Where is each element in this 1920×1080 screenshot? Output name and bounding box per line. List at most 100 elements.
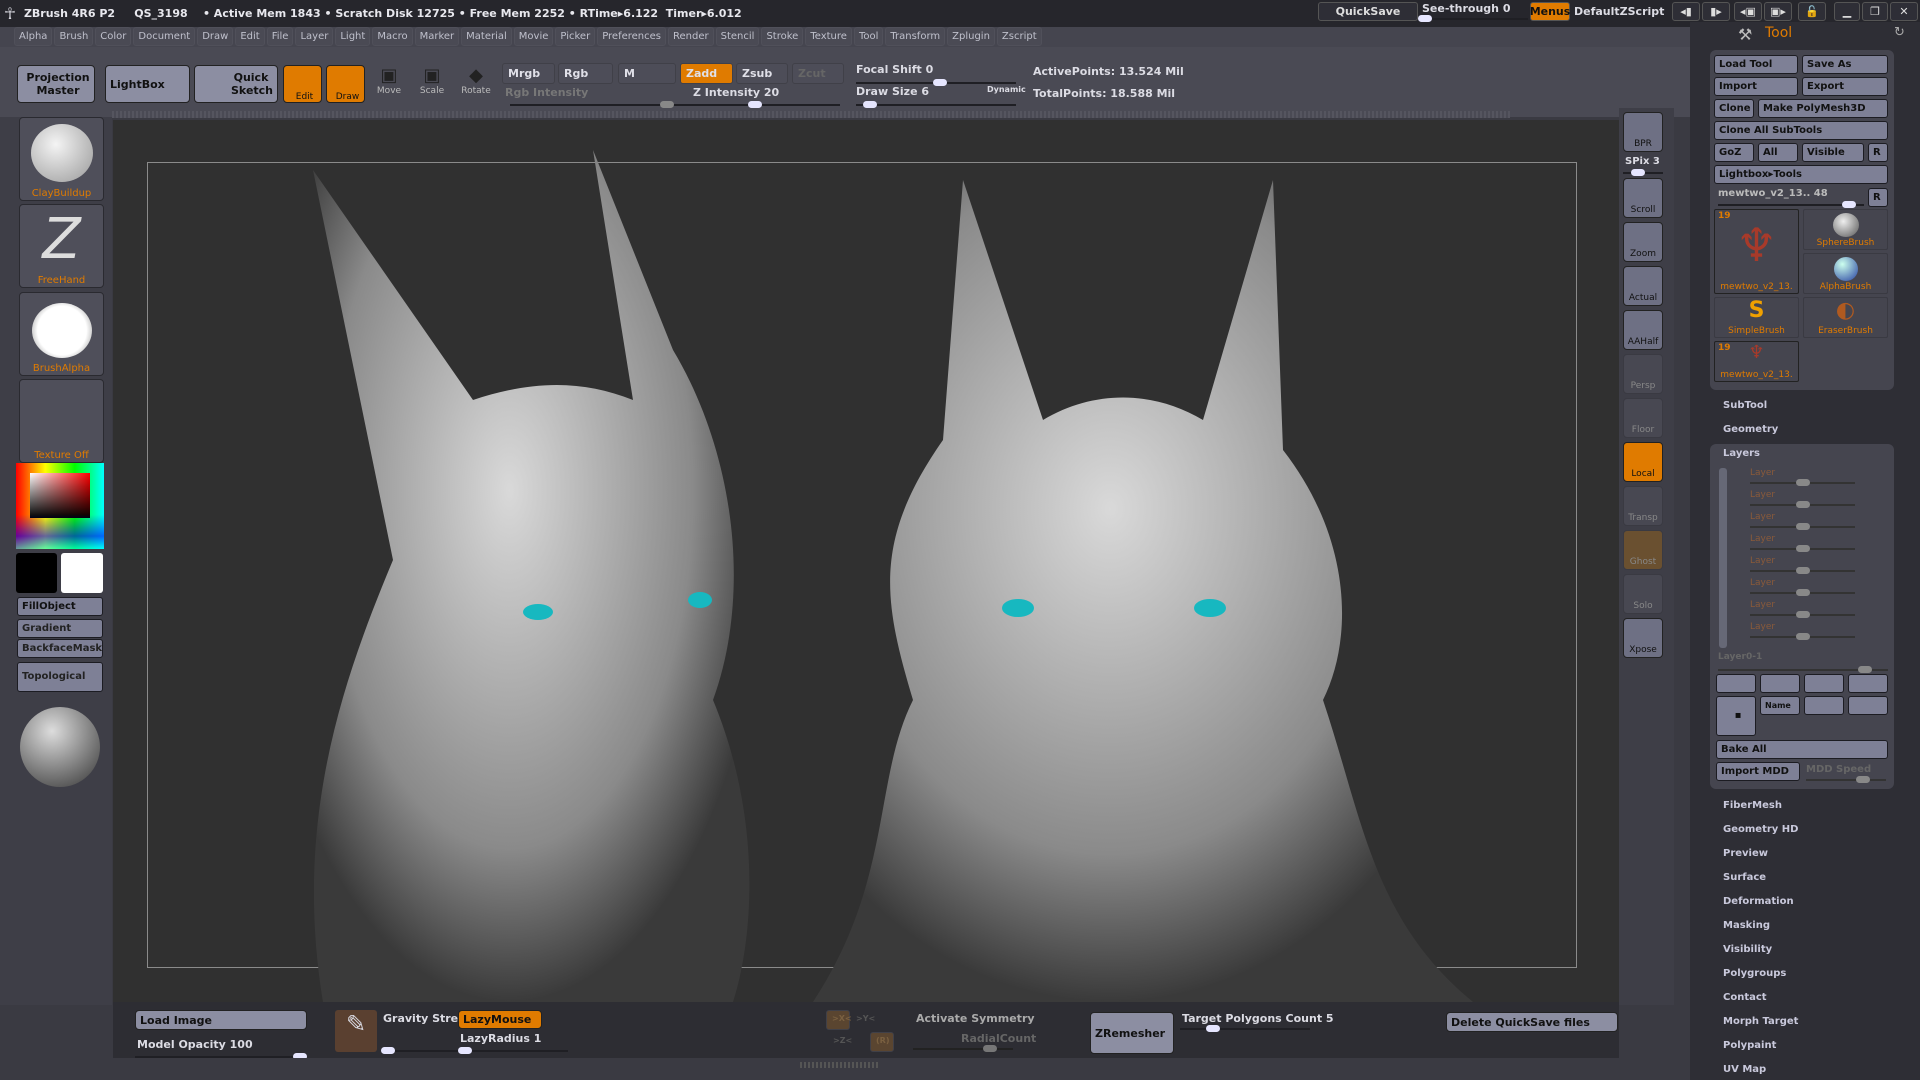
goz-all-button[interactable]: All: [1758, 143, 1798, 162]
bpr-button[interactable]: BPR: [1623, 112, 1663, 152]
activate-symmetry-button[interactable]: Activate Symmetry: [916, 1012, 1035, 1025]
layer-intensity-slider[interactable]: [1750, 589, 1855, 596]
menu-preferences[interactable]: Preferences: [597, 27, 667, 46]
clone-button[interactable]: Clone: [1714, 99, 1754, 118]
section-surface[interactable]: Surface: [1723, 872, 1766, 883]
layer-redo-icon[interactable]: [1804, 674, 1844, 693]
document-canvas[interactable]: [113, 120, 1619, 1002]
tool-thumb-spherebrush[interactable]: SphereBrush: [1803, 209, 1888, 250]
transp-button[interactable]: Transp: [1623, 486, 1663, 526]
zremesher-button[interactable]: ZRemesher: [1090, 1012, 1174, 1054]
persp-button[interactable]: Persp: [1623, 354, 1663, 394]
export-button[interactable]: Export: [1802, 77, 1888, 96]
gradient-button[interactable]: Gradient: [17, 619, 103, 638]
import-mdd-button[interactable]: Import MDD: [1716, 762, 1800, 781]
layer-name-button[interactable]: Name: [1760, 696, 1800, 715]
aahalf-button[interactable]: AAHalf: [1623, 310, 1663, 350]
local-button[interactable]: Local: [1623, 442, 1663, 482]
section-contact[interactable]: Contact: [1723, 992, 1767, 1003]
make-polymesh-button[interactable]: Make PolyMesh3D: [1758, 99, 1888, 118]
bake-all-button[interactable]: Bake All: [1716, 740, 1888, 759]
save-as-button[interactable]: Save As: [1802, 55, 1888, 74]
rotate-button[interactable]: ◆ Rotate: [457, 65, 495, 111]
symmetry-x-button[interactable]: >X<: [826, 1010, 852, 1030]
layer-down-icon[interactable]: [1760, 674, 1800, 693]
tool-r-button[interactable]: R: [1868, 188, 1888, 207]
rgb-intensity-slider[interactable]: [510, 101, 680, 108]
section-masking[interactable]: Masking: [1723, 920, 1770, 931]
tool-thumb-simplebrush[interactable]: S SimpleBrush: [1714, 297, 1799, 338]
layer-copy-icon[interactable]: [1804, 696, 1844, 715]
backface-mask-button[interactable]: BackfaceMask: [17, 639, 103, 658]
section-deformation[interactable]: Deformation: [1723, 896, 1794, 907]
m-button[interactable]: M: [618, 63, 676, 84]
primary-color-swatch[interactable]: [61, 553, 103, 593]
radial-count-slider[interactable]: [913, 1045, 1013, 1052]
layer-item[interactable]: Layer: [1750, 490, 1775, 500]
symmetry-y-button[interactable]: >Y<: [856, 1014, 875, 1023]
section-polypaint[interactable]: Polypaint: [1723, 1040, 1776, 1051]
layer-intensity-slider[interactable]: [1750, 633, 1855, 640]
layer-item[interactable]: Layer: [1750, 534, 1775, 544]
section-geometry-hd[interactable]: Geometry HD: [1723, 824, 1798, 835]
menu-light[interactable]: Light: [335, 27, 371, 46]
menu-alpha[interactable]: Alpha: [14, 27, 53, 46]
tool-thumb-mewtwo-2[interactable]: 19 ♆ mewtwo_v2_13.: [1714, 341, 1799, 382]
layer-item[interactable]: Layer: [1750, 556, 1775, 566]
tool-thumb-mewtwo[interactable]: 19 ♆ mewtwo_v2_13.: [1714, 209, 1799, 294]
layer-intensity-slider[interactable]: [1750, 611, 1855, 618]
menu-zplugin[interactable]: Zplugin: [947, 27, 995, 46]
color-picker[interactable]: [16, 463, 104, 549]
menu-movie[interactable]: Movie: [513, 27, 554, 46]
topological-button[interactable]: Topological: [17, 662, 103, 692]
zsub-button[interactable]: Zsub: [736, 63, 788, 84]
clone-all-subtools-button[interactable]: Clone All SubTools: [1714, 121, 1888, 140]
focal-shift-slider[interactable]: [856, 79, 1016, 86]
rgb-button[interactable]: Rgb: [558, 63, 613, 84]
load-tool-button[interactable]: Load Tool: [1714, 55, 1798, 74]
xpose-button[interactable]: Xpose: [1623, 618, 1663, 658]
symmetry-z-button[interactable]: >Z<: [833, 1036, 852, 1045]
close-icon[interactable]: ✕: [1890, 2, 1918, 21]
menu-zscript[interactable]: Zscript: [996, 27, 1042, 46]
refresh-icon[interactable]: ↻: [1894, 25, 1905, 40]
color-saturation-square[interactable]: [30, 473, 90, 518]
tool-slider[interactable]: [1718, 201, 1864, 208]
section-fibermesh[interactable]: FiberMesh: [1723, 800, 1782, 811]
section-morph-target[interactable]: Morph Target: [1723, 1016, 1798, 1027]
lazyradius-slider[interactable]: [458, 1047, 568, 1054]
quick-sketch-button[interactable]: Quick Sketch: [194, 65, 278, 103]
mrgb-button[interactable]: Mrgb: [502, 63, 555, 84]
menu-stencil[interactable]: Stencil: [715, 27, 760, 46]
menu-edit[interactable]: Edit: [235, 27, 265, 46]
section-geometry[interactable]: Geometry: [1723, 424, 1778, 435]
menu-layer[interactable]: Layer: [295, 27, 334, 46]
layer-item[interactable]: Layer: [1750, 512, 1775, 522]
menu-picker[interactable]: Picker: [555, 27, 596, 46]
lock-icon[interactable]: 🔓: [1798, 2, 1826, 21]
target-polygons-slider[interactable]: [1180, 1025, 1310, 1032]
layer-intensity-slider[interactable]: [1750, 545, 1855, 552]
default-zscript-label[interactable]: DefaultZScript: [1574, 5, 1664, 18]
arrow-left-icon[interactable]: ◂▮: [1672, 2, 1700, 21]
layer-split-icon[interactable]: [1848, 674, 1888, 693]
delete-quicksave-button[interactable]: Delete QuickSave files: [1446, 1012, 1618, 1032]
solo-button[interactable]: Solo: [1623, 574, 1663, 614]
tool-thumb-eraserbrush[interactable]: ◐ EraserBrush: [1803, 297, 1888, 338]
material-sphere-icon[interactable]: [20, 707, 100, 787]
layer-intensity-slider[interactable]: [1750, 567, 1855, 574]
layer-intensity-slider[interactable]: [1750, 501, 1855, 508]
layout-prev-icon[interactable]: ◂▣: [1734, 2, 1762, 21]
move-button[interactable]: ▣ Move: [370, 65, 408, 111]
layer-item[interactable]: Layer: [1750, 622, 1775, 632]
scroll-button[interactable]: Scroll: [1623, 178, 1663, 218]
lazymouse-button[interactable]: LazyMouse: [458, 1010, 542, 1029]
layer-intensity-slider[interactable]: [1750, 479, 1855, 486]
menu-brush[interactable]: Brush: [54, 27, 94, 46]
zcut-button[interactable]: Zcut: [792, 63, 844, 84]
menu-marker[interactable]: Marker: [414, 27, 460, 46]
brush-selector[interactable]: ClayBuildup: [19, 117, 104, 201]
actual-button[interactable]: Actual: [1623, 266, 1663, 306]
layers-scrollbar[interactable]: [1719, 468, 1727, 648]
layout-next-icon[interactable]: ▣▸: [1764, 2, 1792, 21]
